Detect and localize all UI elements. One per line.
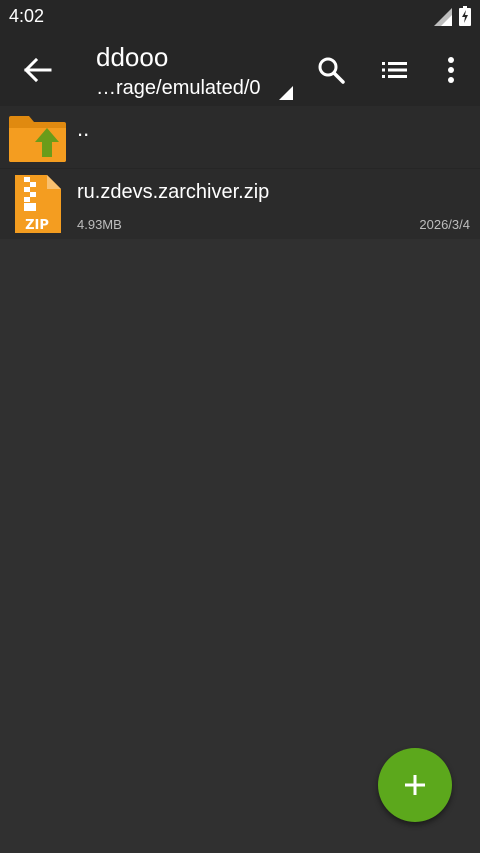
- parent-directory-label: ..: [77, 116, 90, 141]
- app-toolbar: ddooo …rage/emulated/0: [0, 34, 480, 106]
- zip-icon: ZIP: [15, 175, 61, 233]
- file-size: 4.93MB: [77, 217, 122, 232]
- back-arrow-icon[interactable]: [20, 54, 56, 86]
- list-view-icon[interactable]: [377, 52, 413, 88]
- battery-charging-icon: [459, 6, 471, 26]
- parent-directory-row[interactable]: ..: [0, 106, 480, 168]
- folder-title: ddooo: [96, 42, 169, 72]
- plus-icon: [405, 775, 425, 795]
- current-path[interactable]: …rage/emulated/0: [96, 77, 261, 100]
- more-options-icon[interactable]: [433, 52, 469, 88]
- svg-text:ZIP: ZIP: [25, 218, 49, 233]
- file-list: .. ZIP ru.zdevs.zarchiver.zip 4.93MB 202…: [0, 106, 480, 239]
- file-date: 2026/3/4: [419, 217, 470, 232]
- status-bar: 4:02: [0, 0, 480, 34]
- file-name: ru.zdevs.zarchiver.zip: [77, 181, 270, 203]
- search-icon[interactable]: [313, 52, 349, 88]
- add-fab-button[interactable]: [378, 748, 452, 822]
- file-row[interactable]: ZIP ru.zdevs.zarchiver.zip 4.93MB 2026/3…: [0, 168, 480, 239]
- path-dropdown-icon[interactable]: [279, 86, 293, 100]
- folder-up-icon: [9, 116, 66, 162]
- status-time: 4:02: [9, 6, 45, 26]
- signal-icon: [434, 8, 452, 26]
